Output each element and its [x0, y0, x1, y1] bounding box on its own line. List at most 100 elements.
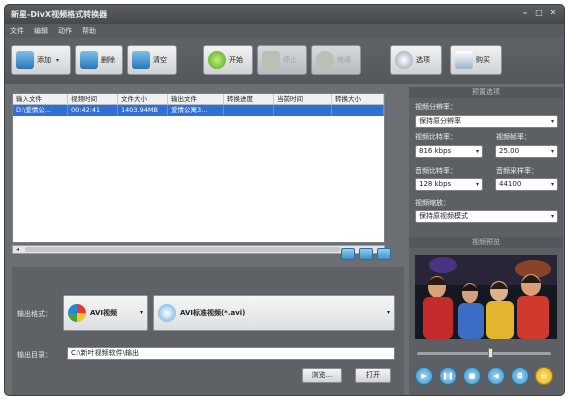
camera-icon: ◘	[517, 372, 523, 380]
chevron-down-icon: ▾	[475, 148, 479, 155]
pause-button[interactable]: ❚❚	[439, 367, 457, 385]
format-icon	[158, 304, 176, 322]
audio-bitrate-label: 音频比特率：	[415, 167, 457, 175]
frame-rate-select[interactable]: 25.00 ▾	[495, 145, 558, 158]
horizontal-scrollbar[interactable]: ◂ ▸	[12, 245, 385, 254]
open-button[interactable]: 打开	[355, 368, 391, 383]
film-clear-icon	[132, 51, 150, 69]
film-delete-icon	[80, 51, 98, 69]
sample-rate-label: 音频采样率：	[496, 167, 538, 175]
window-controls: – □ ✕	[520, 8, 558, 18]
cart-icon	[455, 51, 473, 69]
file-info-icon[interactable]	[377, 248, 391, 260]
audio-bitrate-select[interactable]: 128 kbps ▾	[415, 178, 483, 191]
preset-section-title: 预置选项	[409, 87, 563, 98]
video-bitrate-label: 视频比特率：	[415, 133, 457, 141]
output-format-label: 输出格式：	[17, 310, 52, 318]
column-header[interactable]: 视频时间	[68, 94, 118, 104]
buy-button[interactable]: 购买	[450, 45, 502, 75]
app-window: 新星-DivX视频格式转换器 – □ ✕ 文件 编辑 动作 帮助 添加 ▾ 删除…	[4, 4, 565, 396]
refresh-icon	[208, 51, 226, 69]
resume-icon	[316, 51, 334, 69]
menu-action[interactable]: 动作	[58, 24, 72, 38]
maximize-button[interactable]: □	[534, 8, 544, 18]
table-cell	[332, 105, 384, 116]
column-header[interactable]: 输入文件	[13, 94, 68, 104]
gear-icon	[395, 51, 413, 69]
speaker-icon: ◀	[493, 372, 499, 380]
window-title: 新星-DivX视频格式转换器	[11, 10, 108, 19]
sample-rate-select[interactable]: 44100 ▾	[495, 178, 558, 191]
scroll-left-icon[interactable]: ◂	[13, 246, 22, 253]
output-panel	[12, 267, 404, 395]
menu-file[interactable]: 文件	[10, 24, 24, 38]
stop-playback-button[interactable]: ■	[463, 367, 481, 385]
options-button[interactable]: 选项	[390, 45, 442, 75]
file-table[interactable]: 输入文件 视频时间 文件大小 输出文件 转换进度 当前时间 转换大小 D:\爱情…	[12, 93, 385, 243]
output-dir-label: 输出目录：	[17, 351, 52, 359]
format-category-select[interactable]: AVI视频 ▾	[63, 295, 148, 331]
frame-rate-label: 视频帧率：	[496, 133, 531, 141]
folder-icon: ▭	[540, 372, 548, 380]
start-button[interactable]: 开始	[203, 45, 253, 75]
chevron-down-icon: ▾	[550, 148, 554, 155]
stop-icon	[262, 51, 280, 69]
table-cell: D:\爱情公...	[13, 105, 68, 116]
add-button[interactable]: 添加 ▾	[11, 45, 71, 75]
column-header[interactable]: 当前时间	[274, 94, 332, 104]
move-down-icon[interactable]	[341, 248, 355, 260]
table-cell: 爱情公寓3...	[168, 105, 224, 116]
table-header: 输入文件 视频时间 文件大小 输出文件 转换进度 当前时间 转换大小	[13, 94, 384, 105]
output-format-select[interactable]: AVI标准视频(*.avi) ▾	[153, 295, 395, 331]
column-header[interactable]: 文件大小	[118, 94, 168, 104]
folder-button[interactable]: ▭	[535, 367, 553, 385]
video-bitrate-select[interactable]: 816 kbps ▾	[415, 145, 483, 158]
chevron-down-icon: ▾	[550, 181, 554, 188]
volume-button[interactable]: ◀	[487, 367, 505, 385]
zoom-label: 视频缩放：	[415, 199, 450, 207]
resolution-label: 视频分辨率：	[415, 103, 457, 111]
column-header[interactable]: 输出文件	[168, 94, 224, 104]
play-button[interactable]: ▶	[415, 367, 433, 385]
row-actions	[341, 248, 391, 260]
seek-knob[interactable]	[488, 348, 493, 358]
chevron-down-icon[interactable]: ▾	[140, 309, 143, 316]
avi-icon	[68, 304, 86, 322]
resume-button[interactable]: 继续	[311, 45, 361, 75]
menu-help[interactable]: 帮助	[82, 24, 96, 38]
move-up-icon[interactable]	[359, 248, 373, 260]
seek-bar[interactable]	[417, 348, 551, 358]
preview-section-title: 视频预览	[409, 237, 563, 248]
chevron-down-icon: ▾	[475, 181, 479, 188]
minimize-button[interactable]: –	[520, 8, 530, 18]
table-cell	[274, 105, 332, 116]
chevron-down-icon: ▾	[550, 118, 554, 125]
chevron-down-icon[interactable]: ▾	[387, 309, 390, 316]
output-dir-field[interactable]: C:\新叶视频软件\输出	[67, 347, 395, 360]
title-bar: 新星-DivX视频格式转换器 – □ ✕	[5, 5, 564, 24]
column-header[interactable]: 转换大小	[332, 94, 384, 104]
play-icon: ▶	[421, 372, 427, 380]
toolbar: 添加 ▾ 删除 清空 开始 停止 继续 选项 购买	[5, 38, 564, 84]
browse-button[interactable]: 浏览...	[302, 368, 342, 383]
snapshot-button[interactable]: ◘	[511, 367, 529, 385]
chevron-down-icon[interactable]: ▾	[56, 57, 59, 64]
clear-button[interactable]: 清空	[127, 45, 177, 75]
zoom-select[interactable]: 保持原视频模式 ▾	[415, 210, 558, 223]
chevron-down-icon: ▾	[550, 213, 554, 220]
scroll-thumb[interactable]	[25, 247, 340, 252]
table-cell: 00:42:41	[68, 105, 118, 116]
video-preview	[415, 255, 557, 339]
table-cell	[224, 105, 274, 116]
column-header[interactable]: 转换进度	[224, 94, 274, 104]
menu-bar: 文件 编辑 动作 帮助	[5, 24, 564, 38]
screen: 新星-DivX视频格式转换器 – □ ✕ 文件 编辑 动作 帮助 添加 ▾ 删除…	[0, 0, 570, 400]
close-button[interactable]: ✕	[548, 8, 558, 18]
menu-edit[interactable]: 编辑	[34, 24, 48, 38]
resolution-select[interactable]: 保持原分辨率 ▾	[415, 115, 558, 128]
delete-button[interactable]: 删除	[75, 45, 123, 75]
film-add-icon	[16, 51, 34, 69]
table-row[interactable]: D:\爱情公... 00:42:41 1403.94MB 爱情公寓3...	[13, 105, 384, 116]
pause-icon: ❚❚	[442, 372, 454, 380]
stop-button[interactable]: 停止	[257, 45, 307, 75]
